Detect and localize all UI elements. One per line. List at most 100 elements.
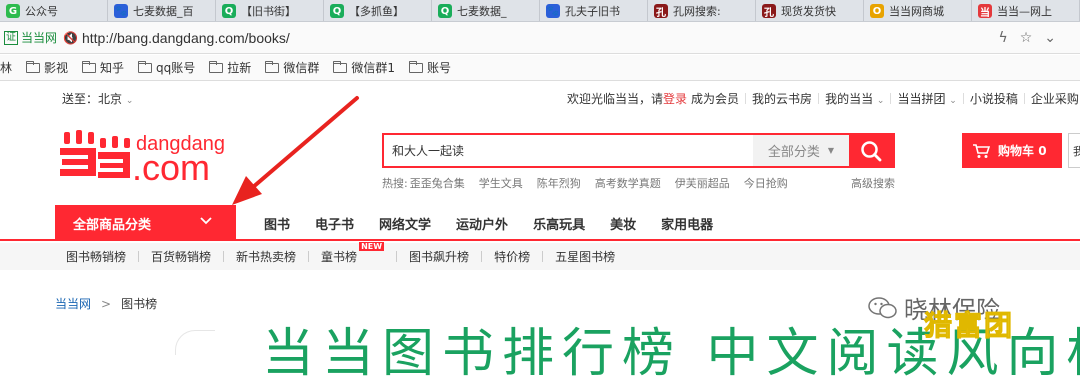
register-link[interactable]: 成为会员 [691,90,739,107]
dangdang-logo-icon: dangdang .com [60,130,225,188]
search-button[interactable] [849,135,893,166]
all-categories-menu[interactable]: 全部商品分类 [55,205,236,241]
login-link[interactable]: 登录 [663,90,687,107]
divider [138,251,140,262]
o-icon: O [870,4,884,18]
nav-lego-toys[interactable]: 乐高玩具 [533,214,585,233]
hotword-link[interactable]: 伊芙丽超品 [675,175,730,191]
search-input[interactable] [384,135,753,166]
chevron-down-icon [200,217,212,225]
browser-tab[interactable]: Q 七麦数据_ [432,0,540,21]
new-badge: NEW [359,242,385,251]
novel-submission-link[interactable]: 小说投稿 [970,90,1018,107]
welcome-text: 欢迎光临当当，请 [567,91,664,106]
browser-tab[interactable]: Q 【多抓鱼】 [324,0,432,21]
star-icon[interactable]: ☆ [1020,30,1033,46]
lightning-icon[interactable]: ϟ [998,30,1007,46]
nav-sports-outdoor[interactable]: 运动户外 [456,214,508,233]
cart-count: 0 [1038,144,1047,158]
my-orders-button[interactable]: 我 [1068,133,1080,168]
kong-icon: 孔 [762,4,776,19]
bookmark-label: 拉新 [227,61,252,75]
dangdang-logo[interactable]: dangdang .com [56,128,236,188]
bookmark-folder[interactable]: 微信群1 [333,59,395,76]
browser-tab[interactable]: 当当当—网上 [972,0,1080,21]
url-text[interactable]: http://bang.dangdang.com/books/ [82,30,290,46]
tab-children-books[interactable]: 童书榜NEW [321,242,385,265]
breadcrumb: 当当网 > 图书榜 [55,295,157,312]
tab-rising-books[interactable]: 图书飙升榜 [409,248,469,265]
nav-beauty[interactable]: 美妆 [610,214,636,233]
browser-tab-title: 孔夫子旧书 [565,5,620,18]
hotword-link[interactable]: 陈年烈狗 [537,175,581,191]
bookmarks-bar: 林 影视 知乎 qq账号 拉新 微信群 微信群1 账号 [0,55,1080,81]
browser-tab[interactable]: 孔孔网搜索: [648,0,756,21]
hot-search-label: 热搜: [382,177,408,190]
tab-five-star[interactable]: 五星图书榜 [555,248,615,265]
folder-icon [333,60,348,73]
cart-icon [973,143,990,158]
breadcrumb-separator: > [101,296,112,311]
hotword-link[interactable]: 歪歪兔合集 [410,175,465,191]
tab-discount[interactable]: 特价榜 [494,248,530,265]
bookmark-folder[interactable]: 账号 [408,59,451,76]
q-icon: Q [438,4,452,18]
tab-new-books[interactable]: 新书热卖榜 [236,248,296,265]
my-cloud-library-link[interactable]: 我的云书房 [752,90,812,107]
hotword-link[interactable]: 学生文具 [479,175,523,191]
search-category-label: 全部分类 [767,145,820,160]
cart-button[interactable]: 购物车 0 [962,133,1062,168]
bookmark-folder[interactable]: 微信群 [265,59,319,76]
browser-tab[interactable]: G 公众号 [0,0,108,21]
chevron-down-icon: ⌄ [876,95,885,106]
nav-ebooks[interactable]: 电子书 [315,214,354,233]
divider [962,92,964,104]
tab-general-bestsellers[interactable]: 百货畅销榜 [151,248,211,265]
bookmark-folder[interactable]: 知乎 [82,59,124,76]
not-secure-icon[interactable]: 🔇 [63,31,78,45]
nav-home-appliances[interactable]: 家用电器 [661,214,713,233]
bookmark-folder[interactable]: qq账号 [138,59,195,76]
search-box: 全部分类 ▼ [382,133,895,168]
wechat-icon [868,296,897,318]
group-watermark: 猎富团 [923,309,1015,343]
browser-tab-title: 孔网搜索: [673,5,721,18]
tab-book-bestsellers[interactable]: 图书畅销榜 [66,248,126,265]
nav-web-literature[interactable]: 网络文学 [379,214,431,233]
advanced-search-link[interactable]: 高级搜索 [851,175,895,191]
hotword-link[interactable]: 今日抢购 [744,175,788,191]
bookmark-item[interactable]: 林 [0,59,12,76]
bookmark-label: qq账号 [156,61,196,75]
folder-icon [26,60,41,73]
q-icon: Q [330,4,344,18]
bookmark-label: 知乎 [100,61,125,75]
enterprise-purchase-link[interactable]: 企业采购 ⌄ [1031,90,1080,107]
my-dangdang-label: 我的当当 [825,91,874,106]
hotword-link[interactable]: 高考数学真题 [595,175,661,191]
site-identity[interactable]: 证 当当网 [0,29,57,46]
bookmark-label: 影视 [44,61,69,75]
wechat-circle-icon: G [6,4,20,18]
hot-search-words: 热搜: 歪歪兔合集 学生文具 陈年烈狗 高考数学真题 伊芙丽超品 今日抢购 [382,175,788,191]
divider [818,92,820,104]
group-buy-link[interactable]: 当当拼团 ⌄ [897,90,956,107]
nav-books[interactable]: 图书 [264,214,290,233]
deliver-to-selector[interactable]: 送至：北京 ⌄ [62,90,133,107]
chevron-down-icon[interactable]: ⌄ [1044,30,1056,46]
breadcrumb-home[interactable]: 当当网 [55,295,91,312]
browser-tab[interactable]: 孔现货发货快 [756,0,864,21]
logo-domain-text: .com [132,147,210,188]
browser-tab-title: 七麦数据_ [457,5,507,18]
bookmark-folder[interactable]: 拉新 [209,59,251,76]
browser-tab[interactable]: O 当当网商城 [864,0,972,21]
divider [481,251,483,262]
bookmark-folder[interactable]: 影视 [26,59,68,76]
divider [308,251,310,262]
cart-label: 购物车 [998,144,1035,158]
my-dangdang-link[interactable]: 我的当当 ⌄ [825,90,884,107]
search-category-select[interactable]: 全部分类 ▼ [753,135,849,166]
browser-tab[interactable]: 🐾 七麦数据_百 [108,0,216,21]
browser-tab[interactable]: Q 【旧书街】 [216,0,324,21]
browser-tab[interactable]: 🐾 孔夫子旧书 [540,0,648,21]
group-buy-label: 当当拼团 [897,91,946,106]
